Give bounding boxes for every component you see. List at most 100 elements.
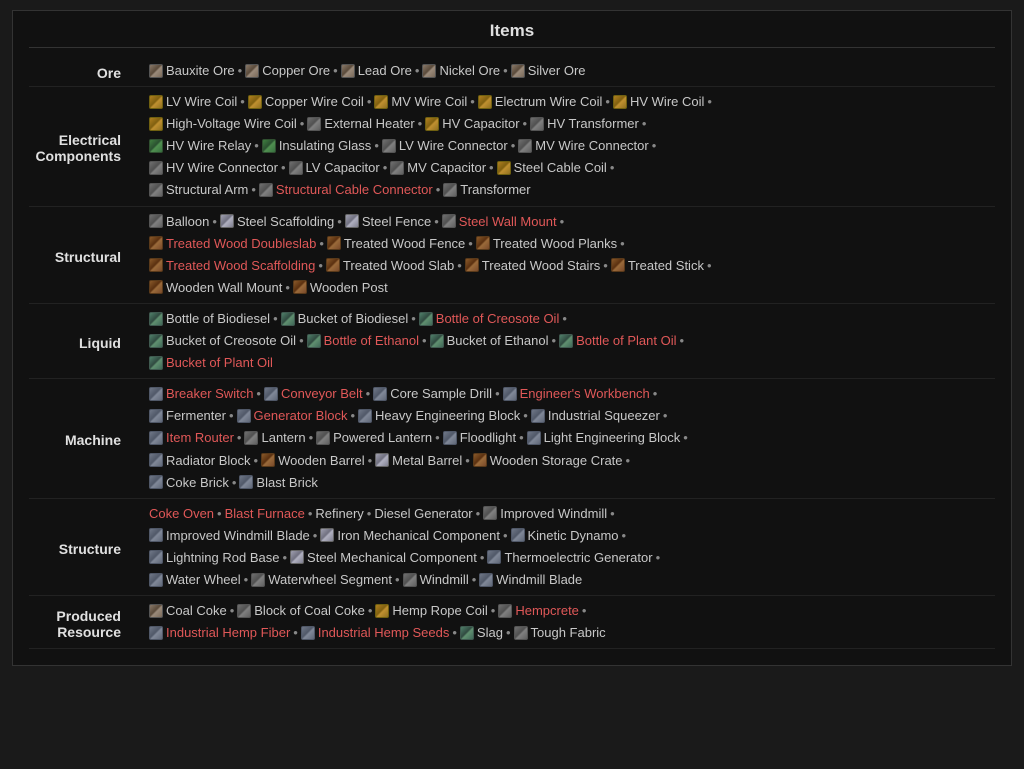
item-label: Fermenter [166,408,226,423]
metal-icon [290,550,304,564]
list-item: Engineer's Workbench [503,386,650,401]
list-item: Windmill Blade [479,572,582,587]
separator: • [282,550,287,565]
list-item: Steel Scaffolding [220,214,334,229]
separator: • [610,160,615,175]
item-label: Treated Wood Scaffolding [166,258,315,273]
item-label: Thermoelectric Generator [504,550,652,565]
item-label: Blast Furnace [225,506,305,521]
generic-icon [518,139,532,153]
category-text-electrical: Electrical Components [35,128,135,164]
separator: • [374,138,379,153]
separator: • [489,160,494,175]
list-item: Diesel Generator [374,506,472,521]
item-label: HV Wire Relay [166,138,251,153]
item-label: Light Engineering Block [544,430,681,445]
separator: • [367,94,372,109]
machine-icon [149,550,163,564]
electric-icon [613,95,627,109]
list-item: Powered Lantern [316,430,432,445]
ore-icon [511,64,525,78]
separator: • [476,506,481,521]
list-item: Heavy Engineering Block [358,408,520,423]
item-label: Industrial Hemp Seeds [318,625,450,640]
items-block-electrical: LV Wire Coil•Copper Wire Coil•MV Wire Co… [149,87,995,206]
wood-icon [465,258,479,272]
category-label-electrical: Electrical Components [29,87,149,206]
item-label: Treated Wood Slab [343,258,454,273]
category-label-machine: Machine [29,379,149,498]
green-icon [149,139,163,153]
category-text-produced: Produced Resource [56,604,135,640]
item-label: Steel Fence [362,214,431,229]
list-item: Treated Wood Stairs [465,258,601,273]
separator: • [415,63,420,78]
item-label: Windmill [420,572,469,587]
separator: • [422,333,427,348]
item-label: Conveyor Belt [281,386,363,401]
list-item: Blast Brick [239,475,317,490]
item-label: Treated Wood Doubleslab [166,236,316,251]
list-item: Balloon [149,214,209,229]
list-item: Breaker Switch [149,386,253,401]
list-item: Wooden Storage Crate [473,453,623,468]
category-text-machine: Machine [65,428,135,448]
liquid-icon [281,312,295,326]
machine-icon [443,431,457,445]
machine-icon [149,475,163,489]
separator: • [367,506,372,521]
item-label: Industrial Hemp Fiber [166,625,290,640]
separator: • [523,116,528,131]
machine-icon [149,573,163,587]
separator: • [337,214,342,229]
list-item: Coke Oven [149,506,214,521]
list-item: Bauxite Ore [149,63,235,78]
machine-icon [358,409,372,423]
electric-icon [478,95,492,109]
separator: • [506,625,511,640]
machine-icon [479,573,493,587]
item-label: Industrial Squeezer [548,408,660,423]
list-item: Bottle of Biodiesel [149,311,270,326]
machine-icon [149,528,163,542]
electric-icon [248,95,262,109]
separator: • [552,333,557,348]
item-label: Wooden Wall Mount [166,280,282,295]
separator: • [470,94,475,109]
machine-icon [527,431,541,445]
item-label: MV Wire Coil [391,94,467,109]
liquid-icon [307,334,321,348]
generic-icon [237,604,251,618]
separator: • [642,116,647,131]
separator: • [562,311,567,326]
list-item: Silver Ore [511,63,586,78]
separator: • [254,138,259,153]
list-item: Bucket of Creosote Oil [149,333,296,348]
generic-icon [498,604,512,618]
list-item: Wooden Wall Mount [149,280,282,295]
separator: • [318,258,323,273]
list-item: Treated Wood Fence [327,236,465,251]
category-text-structure: Structure [59,537,135,557]
item-label: Bottle of Plant Oil [576,333,676,348]
list-item: Thermoelectric Generator [487,550,652,565]
category-label-produced: Produced Resource [29,596,149,649]
wood-icon [149,258,163,272]
machine-icon [503,387,517,401]
separator: • [244,572,249,587]
list-item: Industrial Hemp Seeds [301,625,450,640]
separator: • [256,386,261,401]
metal-icon [375,453,389,467]
list-item: Kinetic Dynamo [511,528,619,543]
machine-icon [237,409,251,423]
separator: • [560,214,565,229]
item-label: HV Wire Coil [630,94,704,109]
item-label: Blast Brick [256,475,317,490]
item-label: Powered Lantern [333,430,432,445]
separator: • [251,182,256,197]
ore-icon [149,604,163,618]
separator: • [308,506,313,521]
separator: • [707,94,712,109]
liquid-icon [460,626,474,640]
list-item: Floodlight [443,430,516,445]
